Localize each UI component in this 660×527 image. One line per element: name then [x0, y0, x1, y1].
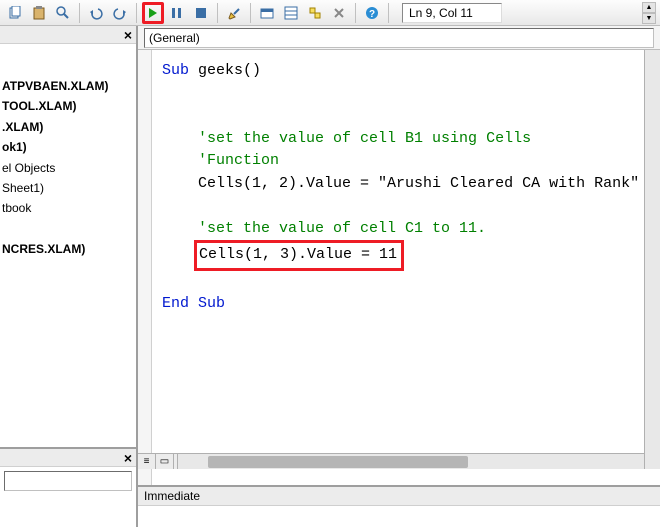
properties-pane: ×: [0, 447, 136, 527]
help-icon[interactable]: ?: [361, 2, 383, 24]
project-explorer-header: ×: [0, 26, 136, 44]
redo-icon[interactable]: [109, 2, 131, 24]
tree-item[interactable]: tbook: [2, 198, 134, 218]
view-mode-buttons[interactable]: ≡ ▭: [138, 453, 178, 469]
properties-icon[interactable]: [280, 2, 302, 24]
toolbar-scroll-buttons[interactable]: ▲▼: [642, 2, 656, 24]
code-content[interactable]: Sub geeks() 'set the value of cell B1 us…: [152, 50, 660, 485]
object-dropdown-value: (General): [149, 31, 200, 45]
procedure-view-icon[interactable]: ≡: [138, 454, 156, 469]
tree-item[interactable]: NCRES.XLAM): [2, 239, 134, 259]
break-button[interactable]: [166, 2, 188, 24]
code-object-selector-row: (General): [138, 26, 660, 50]
tree-item[interactable]: el Objects: [2, 158, 134, 178]
close-icon[interactable]: ×: [124, 450, 132, 466]
project-tree[interactable]: ATPVBAEN.XLAM) TOOL.XLAM) .XLAM) ok1) el…: [0, 44, 136, 447]
tree-item[interactable]: .XLAM): [2, 117, 134, 137]
code-editor[interactable]: Sub geeks() 'set the value of cell B1 us…: [138, 50, 660, 485]
find-icon[interactable]: [52, 2, 74, 24]
tree-item[interactable]: Sheet1): [2, 178, 134, 198]
svg-text:?: ?: [369, 9, 375, 20]
vertical-scrollbar[interactable]: [644, 50, 660, 469]
run-button[interactable]: [142, 2, 164, 24]
properties-header: ×: [0, 449, 136, 467]
immediate-window[interactable]: Immediate: [138, 485, 660, 527]
project-explorer-icon[interactable]: [256, 2, 278, 24]
highlighted-code-line: Cells(1, 3).Value = 11: [194, 240, 404, 271]
cursor-position: Ln 9, Col 11: [402, 3, 502, 23]
tree-item[interactable]: ok1): [2, 137, 134, 157]
tree-item[interactable]: TOOL.XLAM): [2, 96, 134, 116]
object-browser-icon[interactable]: [304, 2, 326, 24]
toolbox-icon[interactable]: [328, 2, 350, 24]
code-pane: (General) Sub geeks() 'set the value of …: [138, 26, 660, 527]
tree-item[interactable]: ATPVBAEN.XLAM): [2, 76, 134, 96]
object-dropdown[interactable]: (General): [144, 28, 654, 48]
paste-icon[interactable]: [28, 2, 50, 24]
design-mode-icon[interactable]: [223, 2, 245, 24]
immediate-title: Immediate: [138, 487, 660, 506]
main-toolbar: ? Ln 9, Col 11 ▲▼: [0, 0, 660, 26]
undo-icon[interactable]: [85, 2, 107, 24]
full-module-view-icon[interactable]: ▭: [156, 454, 174, 469]
reset-button[interactable]: [190, 2, 212, 24]
project-explorer: × ATPVBAEN.XLAM) TOOL.XLAM) .XLAM) ok1) …: [0, 26, 138, 527]
copy-icon[interactable]: [4, 2, 26, 24]
properties-select[interactable]: [4, 471, 132, 491]
horizontal-scrollbar[interactable]: [178, 453, 644, 469]
code-margin: [138, 50, 152, 485]
close-icon[interactable]: ×: [124, 27, 132, 43]
